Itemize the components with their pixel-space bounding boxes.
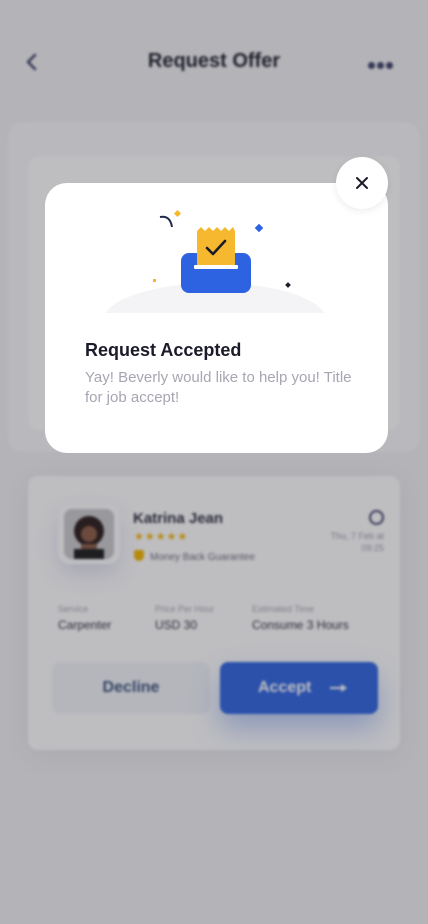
accepted-illustration: [105, 209, 325, 313]
dialog-message: Yay! Beverly would like to help you! Tit…: [85, 369, 352, 406]
request-accepted-dialog: Request Accepted Yay! Beverly would like…: [45, 183, 388, 453]
close-icon: [356, 177, 368, 189]
modal-overlay[interactable]: [0, 0, 428, 924]
dialog-title: Request Accepted: [85, 340, 242, 360]
close-button[interactable]: [336, 157, 388, 209]
